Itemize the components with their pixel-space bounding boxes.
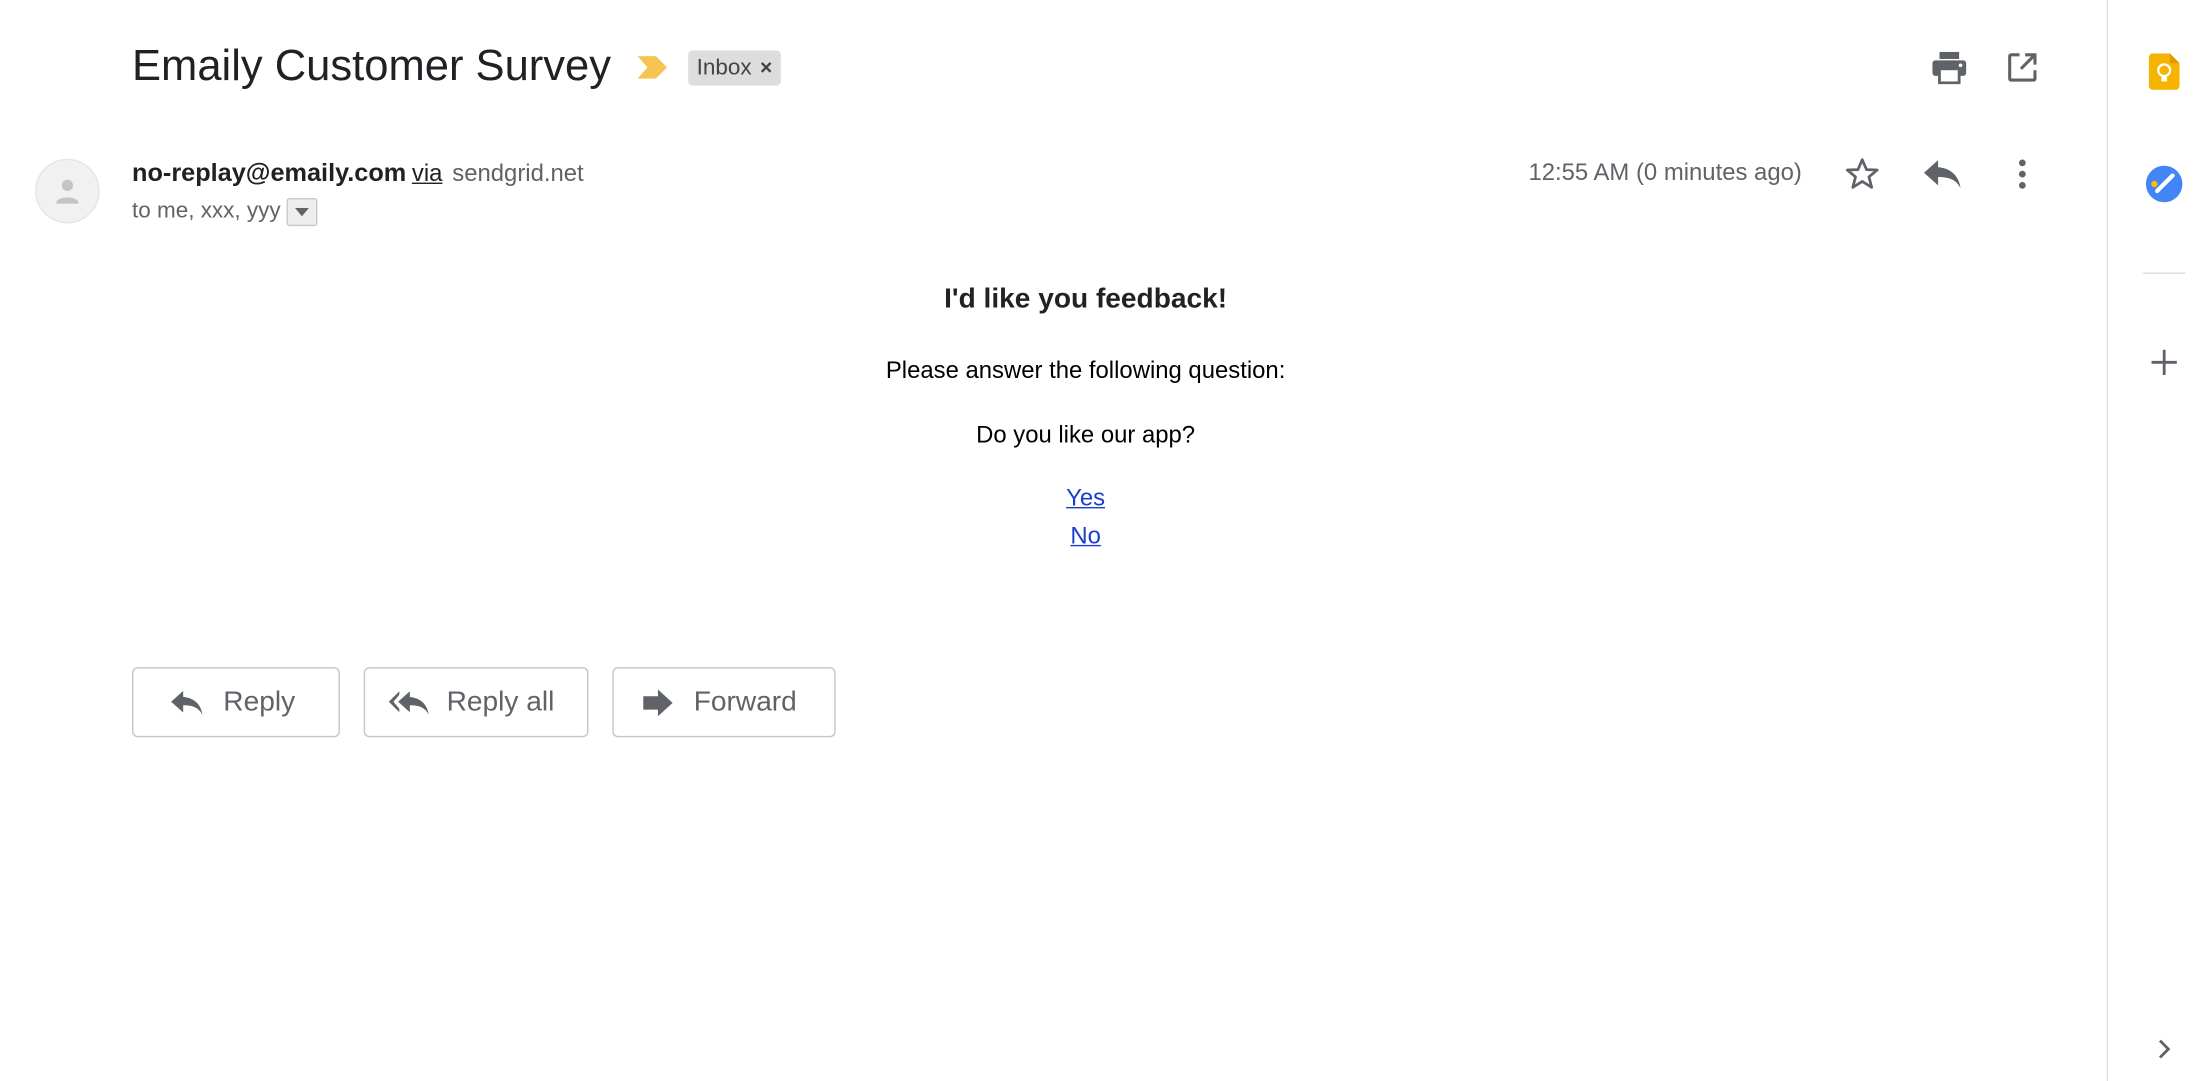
show-details-button[interactable] [286,198,318,227]
keep-button[interactable] [2143,51,2185,93]
expand-side-panel-button[interactable] [2149,1034,2180,1065]
recipients-text: to me, xxx, yyy [132,199,281,224]
person-icon [56,179,79,204]
answer-no-link[interactable]: No [1070,522,1101,549]
forward-action-button[interactable]: Forward [612,667,836,738]
answer-row-no: No [590,520,1582,554]
reply-icon [171,690,203,715]
reply-icon [1924,160,1961,189]
open-in-new-window-icon [2008,53,2037,82]
tasks-button[interactable] [2143,163,2185,205]
star-button[interactable] [1840,152,1885,197]
reply-button[interactable] [1918,152,1966,197]
body-question: Do you like our app? [976,421,1196,449]
sender-email[interactable]: no-replay@emaily.com [132,159,406,187]
forward-icon [643,688,673,716]
get-addons-button[interactable] [2143,341,2185,383]
email-subject: Emaily Customer Survey [132,40,612,90]
plus-icon [2151,349,2177,375]
reply-all-action-button[interactable]: Reply all [363,667,589,738]
label-chip-text: Inbox [696,56,752,81]
answer-row-yes: Yes [590,482,1582,516]
open-in-new-window-button[interactable] [2000,45,2045,90]
remove-label-button[interactable]: × [760,51,772,86]
chevron-right-icon [2158,1039,2171,1059]
keep-lightbulb-icon [2148,53,2180,90]
print-button[interactable] [1927,45,1972,90]
label-chip-inbox: Inbox × [688,50,781,86]
via-domain: sendgrid.net [452,160,584,187]
star-icon [1845,158,1879,189]
reply-all-action-label: Reply all [446,686,555,717]
recipients-line: to me, xxx, yyy [132,195,318,229]
side-panel-divider [2106,0,2109,1081]
more-options-button[interactable] [2000,152,2045,197]
side-panel-separator [2143,272,2186,274]
more-vert-icon [2018,159,2026,189]
print-icon [1932,51,1967,85]
body-instruction: Please answer the following question: [885,356,1286,384]
tasks-icon [2145,165,2183,203]
email-timestamp: 12:55 AM (0 minutes ago) [1528,158,1802,186]
reply-all-icon [388,690,429,714]
caret-down-icon [294,207,309,217]
body-heading: I'd like you feedback! [944,283,1228,315]
sender-line: no-replay@emaily.com via sendgrid.net [132,154,584,192]
via-link[interactable]: via [412,160,443,187]
importance-marker-icon[interactable] [637,55,669,80]
sender-avatar [35,158,100,224]
forward-action-label: Forward [693,686,797,717]
reply-action-label: Reply [223,686,296,717]
answer-yes-link[interactable]: Yes [1066,485,1105,512]
reply-action-button[interactable]: Reply [132,667,340,738]
